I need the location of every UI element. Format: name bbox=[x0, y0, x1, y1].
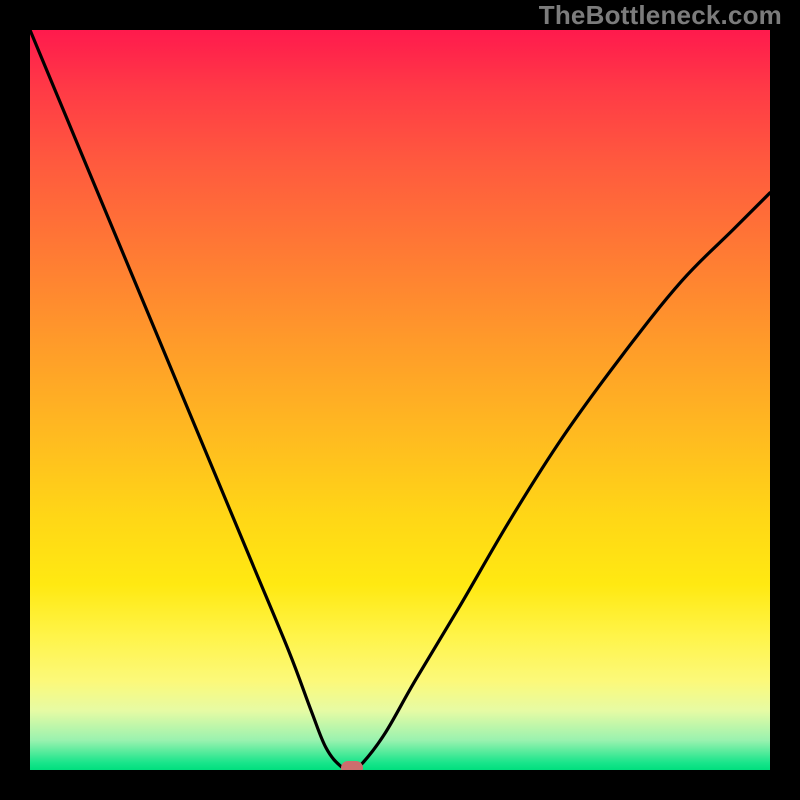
watermark-text: TheBottleneck.com bbox=[539, 0, 782, 31]
plot-area bbox=[30, 30, 770, 770]
chart-frame: TheBottleneck.com bbox=[0, 0, 800, 800]
optimal-point-marker bbox=[341, 761, 363, 770]
bottleneck-curve bbox=[30, 30, 770, 770]
